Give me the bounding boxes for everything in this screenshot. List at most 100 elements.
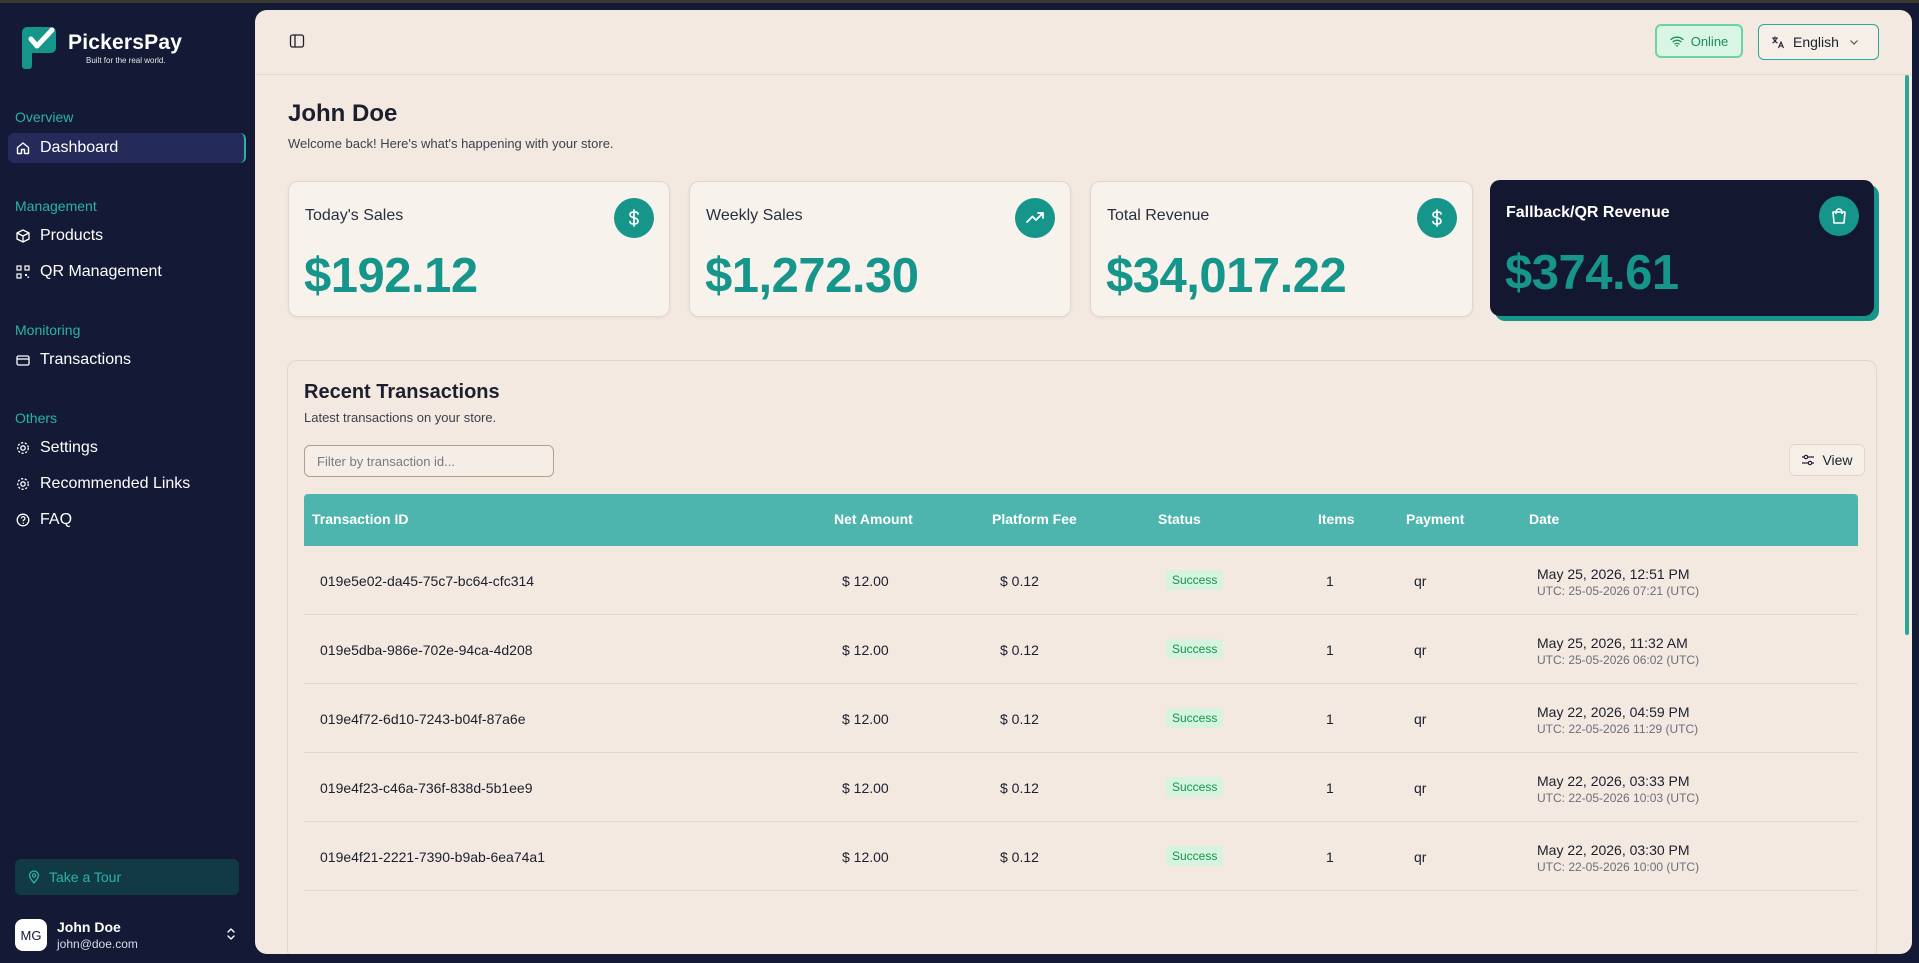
app-name: PickersPay bbox=[68, 31, 183, 54]
sidebar: PickersPay Built for the real world. Ove… bbox=[0, 3, 254, 963]
table-row[interactable]: 019e4f23-c46a-736f-838d-5b1ee9 $ 12.00 $… bbox=[304, 753, 1858, 822]
logo-icon bbox=[22, 25, 60, 71]
date-cell: May 22, 2026, 03:30 PM bbox=[1537, 842, 1690, 858]
transaction-filter-input[interactable] bbox=[304, 445, 554, 477]
date-utc-cell: UTC: 25-05-2026 06:02 (UTC) bbox=[1537, 653, 1700, 667]
stat-card-value: $34,017.22 bbox=[1106, 249, 1347, 303]
status-badge: Success bbox=[1166, 708, 1224, 728]
sidebar-item-qr-management[interactable]: QR Management bbox=[8, 257, 246, 287]
sidebar-item-transactions[interactable]: Transactions bbox=[8, 345, 246, 375]
stat-card-value: $192.12 bbox=[304, 249, 478, 303]
home-icon bbox=[16, 141, 30, 155]
table-row[interactable]: 019e5dba-986e-702e-94ca-4d208 $ 12.00 $ … bbox=[304, 615, 1858, 684]
panel-left-icon bbox=[289, 33, 305, 54]
sidebar-item-label: FAQ bbox=[40, 511, 73, 528]
sidebar-item-label: Dashboard bbox=[40, 139, 119, 156]
app-tagline: Built for the real world. bbox=[86, 56, 166, 65]
map-pin-icon bbox=[27, 870, 41, 884]
date-utc-cell: UTC: 22-05-2026 11:29 (UTC) bbox=[1537, 722, 1699, 736]
table-header: Transaction ID Net Amount Platform Fee S… bbox=[304, 494, 1858, 546]
online-status-label: Online bbox=[1690, 33, 1729, 49]
platform-fee-cell: $ 0.12 bbox=[1000, 780, 1039, 796]
column-header-transaction-id[interactable]: Transaction ID bbox=[312, 511, 408, 527]
table-row[interactable]: 019e4f72-6d10-7243-b04f-87a6e $ 12.00 $ … bbox=[304, 684, 1858, 753]
transaction-id-cell: 019e5dba-986e-702e-94ca-4d208 bbox=[320, 642, 533, 658]
stat-card-title: Today's Sales bbox=[305, 207, 404, 224]
language-label: English bbox=[1793, 34, 1839, 50]
column-header-platform-fee[interactable]: Platform Fee bbox=[992, 511, 1077, 527]
net-amount-cell: $ 12.00 bbox=[842, 573, 889, 589]
date-utc-cell: UTC: 22-05-2026 10:00 (UTC) bbox=[1537, 860, 1700, 874]
view-options-label: View bbox=[1822, 452, 1853, 468]
net-amount-cell: $ 12.00 bbox=[842, 849, 889, 865]
sidebar-item-recommended-links[interactable]: Recommended Links bbox=[8, 469, 246, 499]
date-cell: May 25, 2026, 12:51 PM bbox=[1537, 566, 1690, 582]
box-icon bbox=[16, 229, 30, 243]
take-a-tour-button[interactable]: Take a Tour bbox=[15, 859, 239, 895]
wifi-icon bbox=[1670, 35, 1684, 47]
page-scrollbar[interactable] bbox=[1905, 75, 1909, 635]
window-top-strip bbox=[0, 0, 1919, 3]
avatar: MG bbox=[15, 919, 47, 951]
sliders-icon bbox=[1801, 453, 1815, 467]
sidebar-item-faq[interactable]: FAQ bbox=[8, 505, 246, 535]
date-cell: May 22, 2026, 04:59 PM bbox=[1537, 704, 1690, 720]
date-utc-cell: UTC: 25-05-2026 07:21 (UTC) bbox=[1537, 584, 1700, 598]
status-badge: Success bbox=[1166, 570, 1224, 590]
stat-card-fallback-qr-revenue: Fallback/QR Revenue $374.61 bbox=[1490, 180, 1874, 316]
app-logo[interactable]: PickersPay Built for the real world. bbox=[22, 25, 182, 71]
take-a-tour-label: Take a Tour bbox=[49, 869, 122, 885]
language-select[interactable]: English bbox=[1758, 24, 1879, 60]
section-label-overview: Overview bbox=[15, 109, 74, 125]
table-row[interactable]: 019e5e02-da45-75c7-bc64-cfc314 $ 12.00 $… bbox=[304, 546, 1858, 615]
online-status-badge: Online bbox=[1655, 24, 1743, 58]
table-row[interactable]: 019e4f21-2221-7390-b9ab-6ea74a1 $ 12.00 … bbox=[304, 822, 1858, 891]
net-amount-cell: $ 12.00 bbox=[842, 711, 889, 727]
chevrons-up-down-icon bbox=[225, 927, 237, 946]
sidebar-item-label: Recommended Links bbox=[40, 475, 191, 492]
dollar-icon bbox=[614, 198, 654, 238]
section-label-others: Others bbox=[15, 410, 58, 426]
status-badge: Success bbox=[1166, 639, 1224, 659]
stat-card-title: Weekly Sales bbox=[706, 207, 803, 224]
stat-card-weekly-sales: Weekly Sales $1,272.30 bbox=[689, 181, 1071, 317]
user-name: John Doe bbox=[57, 919, 121, 935]
payment-cell: qr bbox=[1414, 642, 1427, 658]
panel-title: Recent Transactions bbox=[304, 381, 500, 403]
recent-transactions-panel: Recent Transactions Latest transactions … bbox=[287, 360, 1877, 954]
shopping-bag-icon bbox=[1819, 196, 1859, 236]
items-cell: 1 bbox=[1326, 849, 1334, 865]
stat-card-value: $1,272.30 bbox=[705, 249, 919, 303]
column-header-status[interactable]: Status bbox=[1158, 511, 1201, 527]
sidebar-item-dashboard[interactable]: Dashboard bbox=[8, 133, 246, 163]
column-header-net-amount[interactable]: Net Amount bbox=[834, 511, 913, 527]
page-title: John Doe bbox=[288, 100, 398, 127]
sidebar-item-settings[interactable]: Settings bbox=[8, 433, 246, 463]
transaction-id-cell: 019e4f23-c46a-736f-838d-5b1ee9 bbox=[320, 780, 533, 796]
items-cell: 1 bbox=[1326, 573, 1334, 589]
view-options-button[interactable]: View bbox=[1789, 444, 1865, 476]
sidebar-item-label: Transactions bbox=[40, 351, 131, 368]
payment-cell: qr bbox=[1414, 573, 1427, 589]
platform-fee-cell: $ 0.12 bbox=[1000, 711, 1039, 727]
trending-up-icon bbox=[1015, 198, 1055, 238]
page-subtitle: Welcome back! Here's what's happening wi… bbox=[288, 136, 614, 151]
stat-card-total-revenue: Total Revenue $34,017.22 bbox=[1090, 181, 1473, 317]
chevron-down-icon bbox=[1849, 38, 1859, 46]
sidebar-item-products[interactable]: Products bbox=[8, 221, 246, 251]
platform-fee-cell: $ 0.12 bbox=[1000, 573, 1039, 589]
stat-card-todays-sales: Today's Sales $192.12 bbox=[288, 181, 670, 317]
date-utc-cell: UTC: 22-05-2026 10:03 (UTC) bbox=[1537, 791, 1700, 805]
user-menu[interactable]: MG John Doe john@doe.com bbox=[15, 915, 245, 955]
column-header-items[interactable]: Items bbox=[1318, 511, 1355, 527]
card-icon bbox=[16, 353, 30, 367]
gear-icon bbox=[16, 441, 30, 455]
gear-icon bbox=[16, 477, 30, 491]
column-header-date[interactable]: Date bbox=[1529, 511, 1559, 527]
panel-subtitle: Latest transactions on your store. bbox=[304, 410, 497, 425]
top-bar: Online English bbox=[255, 10, 1912, 75]
section-label-management: Management bbox=[15, 198, 97, 214]
sidebar-toggle-button[interactable] bbox=[285, 31, 309, 55]
translate-icon bbox=[1771, 35, 1785, 49]
column-header-payment[interactable]: Payment bbox=[1406, 511, 1464, 527]
